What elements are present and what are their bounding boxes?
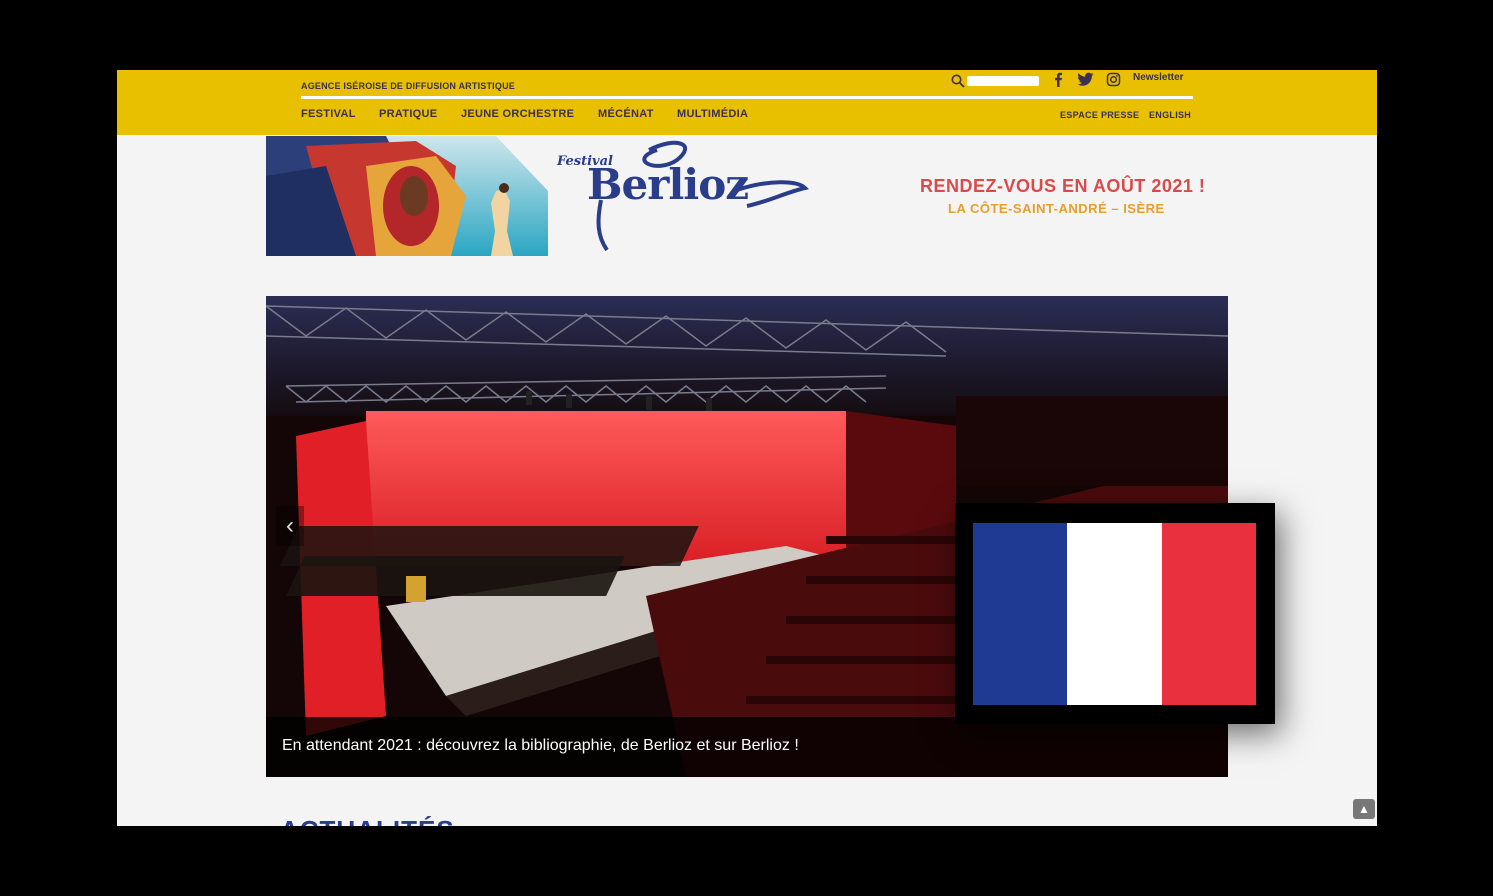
search-box[interactable] (951, 73, 1041, 89)
instagram-icon[interactable] (1106, 72, 1121, 87)
site-header: AGENCE ISÉROISE DE DIFFUSION ARTISTIQUE … (117, 70, 1377, 135)
nav-pratique[interactable]: PRATIQUE (379, 108, 437, 120)
festival-location: LA CÔTE-SAINT-ANDRÉ – ISÈRE (948, 201, 1165, 216)
flag-stripe-white (1067, 523, 1162, 705)
header-divider (301, 96, 1193, 99)
french-flag-icon[interactable] (973, 523, 1256, 705)
agency-name: AGENCE ISÉROISE DE DIFFUSION ARTISTIQUE (301, 81, 515, 91)
language-flag-popup[interactable] (955, 503, 1275, 724)
search-icon[interactable] (951, 74, 965, 88)
facebook-icon[interactable] (1051, 72, 1066, 87)
nav-festival[interactable]: FESTIVAL (301, 108, 356, 120)
logo-berlioz-text[interactable]: Berlioz (587, 160, 749, 209)
twitter-icon[interactable] (1077, 72, 1094, 87)
search-input[interactable] (967, 76, 1039, 86)
nav-jeune-orchestre[interactable]: JEUNE ORCHESTRE (461, 108, 574, 120)
flag-stripe-red (1161, 523, 1256, 705)
flag-stripe-blue (973, 523, 1068, 705)
slider-caption-bar: En attendant 2021 : découvrez la bibliog… (266, 717, 1228, 777)
newsletter-link[interactable]: Newsletter (1133, 72, 1184, 83)
banner-illustration (266, 136, 548, 256)
slider-caption[interactable]: En attendant 2021 : découvrez la bibliog… (282, 737, 799, 755)
nav-english[interactable]: ENGLISH (1149, 110, 1191, 120)
nav-mecenat[interactable]: MÉCÉNAT (598, 108, 654, 120)
festival-date-tagline: RENDEZ-VOUS EN AOÛT 2021 ! (920, 176, 1206, 196)
scroll-to-top-button[interactable]: ▲ (1353, 799, 1375, 819)
nav-multimedia[interactable]: MULTIMÉDIA (677, 108, 748, 120)
slider-prev-button[interactable]: ‹ (276, 506, 304, 546)
news-section-heading: ACTUALITÉS (280, 815, 455, 826)
nav-espace-presse[interactable]: ESPACE PRESSE (1060, 110, 1139, 120)
